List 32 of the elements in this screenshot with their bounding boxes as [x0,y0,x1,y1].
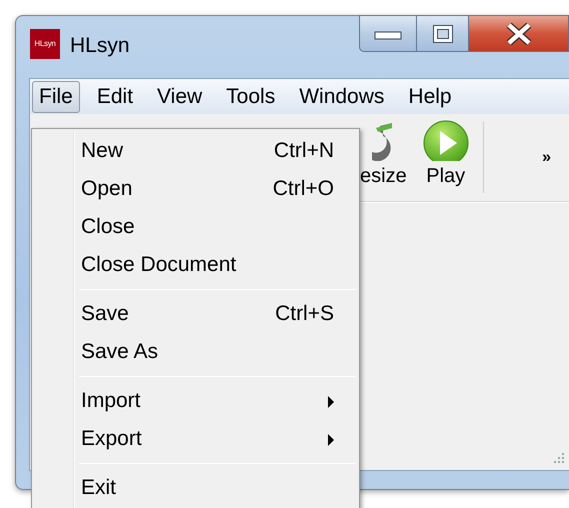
menu-entry[interactable]: Save As [35,333,356,371]
menu-item[interactable]: Tools [219,80,282,112]
play-icon [422,120,469,161]
menu-entry[interactable]: Close [35,208,356,246]
resize-grip-icon[interactable] [551,452,565,466]
maximize-icon [432,24,454,44]
shortcut-label: Ctrl+S [275,301,334,328]
close-icon [506,22,532,44]
menu-entry[interactable]: Export [35,420,356,458]
menu-entry[interactable]: New Ctrl+N [35,132,356,170]
menu-item[interactable]: Windows [292,80,392,112]
menu-item[interactable]: Edit [90,80,140,112]
menu-entry[interactable]: Import [35,382,356,420]
overflow-button[interactable]: » [536,144,557,170]
close-button[interactable] [469,15,569,52]
shortcut-label: Ctrl+N [274,138,334,164]
toolbar-button[interactable]: Play [414,114,477,201]
menu-item[interactable]: View [150,80,210,112]
menu-entry[interactable]: Save Ctrl+S [35,295,356,333]
app-icon: HLsyn [30,29,60,59]
shortcut-label: Ctrl+O [272,176,334,202]
submenu-arrow-icon [328,396,334,408]
submenu-arrow-icon [328,434,334,446]
menu-entry[interactable]: Open Ctrl+O [35,170,356,208]
window-title: HLsyn [70,33,130,59]
tool-icon [372,120,394,161]
menu-item[interactable]: File [32,80,80,112]
menu-entry[interactable]: Close Document [35,246,356,284]
menu-entry[interactable]: Exit [35,469,356,507]
minimize-button[interactable] [359,15,417,52]
maximize-button[interactable] [417,15,469,52]
menu-item[interactable]: Help [401,80,459,112]
